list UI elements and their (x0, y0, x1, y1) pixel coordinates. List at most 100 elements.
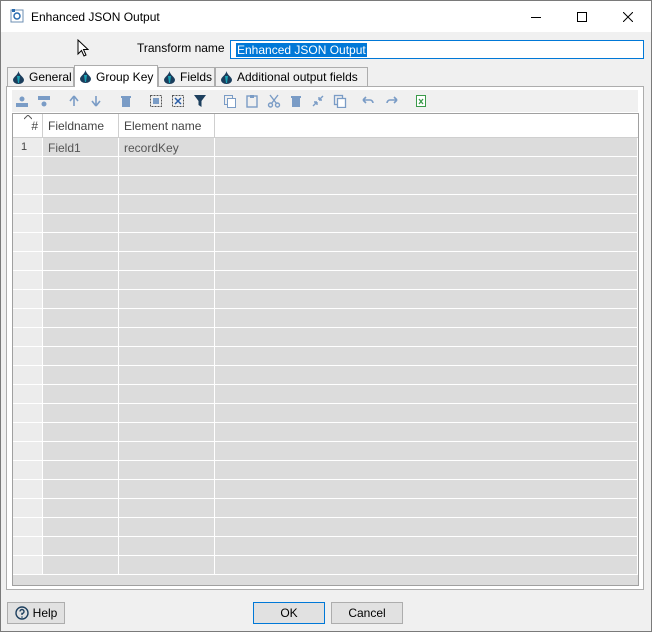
element-name-cell[interactable] (119, 442, 215, 461)
empty-table-row[interactable] (13, 195, 638, 214)
element-name-cell[interactable] (119, 461, 215, 480)
copy-icon[interactable] (223, 94, 237, 108)
move-up-icon[interactable] (67, 94, 81, 108)
fieldname-cell[interactable] (43, 537, 119, 556)
fieldname-cell[interactable] (43, 442, 119, 461)
column-header-number[interactable]: # (13, 114, 43, 138)
element-name-cell[interactable] (119, 404, 215, 423)
fieldname-cell[interactable] (43, 366, 119, 385)
paste-icon[interactable] (245, 94, 259, 108)
element-name-cell[interactable] (119, 290, 215, 309)
fieldname-cell[interactable] (43, 252, 119, 271)
fieldname-cell[interactable]: Field1 (43, 138, 119, 157)
element-name-cell[interactable] (119, 214, 215, 233)
fieldname-cell[interactable] (43, 328, 119, 347)
ok-button[interactable]: OK (253, 602, 325, 624)
empty-table-row[interactable] (13, 461, 638, 480)
empty-table-row[interactable] (13, 518, 638, 537)
empty-table-row[interactable] (13, 252, 638, 271)
element-name-cell[interactable] (119, 347, 215, 366)
empty-table-row[interactable] (13, 499, 638, 518)
element-name-cell[interactable] (119, 271, 215, 290)
empty-table-row[interactable] (13, 404, 638, 423)
empty-table-row[interactable] (13, 537, 638, 556)
title-bar[interactable]: Enhanced JSON Output (1, 1, 651, 32)
empty-table-row[interactable] (13, 271, 638, 290)
fieldname-cell[interactable] (43, 347, 119, 366)
element-name-cell[interactable] (119, 176, 215, 195)
transform-name-input[interactable]: Enhanced JSON Output (230, 40, 644, 59)
fieldname-cell[interactable] (43, 499, 119, 518)
fieldname-cell[interactable] (43, 176, 119, 195)
clear-selection-icon[interactable] (171, 94, 185, 108)
tab-general[interactable]: General (7, 67, 74, 86)
element-name-cell[interactable] (119, 385, 215, 404)
fieldname-cell[interactable] (43, 556, 119, 575)
column-header-fieldname[interactable]: Fieldname (43, 114, 119, 138)
element-name-cell[interactable] (119, 309, 215, 328)
delete-icon[interactable] (119, 94, 133, 108)
tab-group-key[interactable]: Group Key (74, 65, 158, 87)
filter-icon[interactable] (193, 94, 207, 108)
empty-table-row[interactable] (13, 309, 638, 328)
element-name-cell[interactable] (119, 252, 215, 271)
empty-table-row[interactable] (13, 480, 638, 499)
element-name-cell[interactable] (119, 537, 215, 556)
element-name-cell[interactable] (119, 518, 215, 537)
element-name-cell[interactable] (119, 556, 215, 575)
empty-table-row[interactable] (13, 347, 638, 366)
shrink-icon[interactable] (311, 94, 325, 108)
close-button[interactable] (605, 1, 651, 32)
element-name-cell[interactable] (119, 233, 215, 252)
element-name-cell[interactable] (119, 480, 215, 499)
fieldname-cell[interactable] (43, 195, 119, 214)
empty-table-row[interactable] (13, 423, 638, 442)
element-name-cell[interactable] (119, 423, 215, 442)
fieldname-cell[interactable] (43, 309, 119, 328)
fieldname-cell[interactable] (43, 404, 119, 423)
fieldname-cell[interactable] (43, 290, 119, 309)
empty-table-row[interactable] (13, 328, 638, 347)
redo-icon[interactable] (385, 94, 399, 108)
fieldname-cell[interactable] (43, 423, 119, 442)
element-name-cell[interactable] (119, 157, 215, 176)
empty-table-row[interactable] (13, 233, 638, 252)
help-button[interactable]: Help (7, 602, 65, 624)
maximize-button[interactable] (559, 1, 605, 32)
fieldname-cell[interactable] (43, 233, 119, 252)
element-name-cell[interactable] (119, 195, 215, 214)
delete-row-icon[interactable] (37, 94, 51, 108)
select-all-icon[interactable] (149, 94, 163, 108)
empty-table-row[interactable] (13, 366, 638, 385)
undo-icon[interactable] (361, 94, 375, 108)
element-name-cell[interactable] (119, 499, 215, 518)
empty-table-row[interactable] (13, 385, 638, 404)
fieldname-cell[interactable] (43, 157, 119, 176)
empty-table-row[interactable] (13, 157, 638, 176)
cancel-button[interactable]: Cancel (331, 602, 403, 624)
empty-table-row[interactable] (13, 556, 638, 575)
element-name-cell[interactable] (119, 366, 215, 385)
insert-row-icon[interactable] (15, 94, 29, 108)
copy-rows-icon[interactable] (333, 94, 347, 108)
export-icon[interactable] (414, 94, 428, 108)
empty-table-row[interactable] (13, 290, 638, 309)
minimize-button[interactable] (513, 1, 559, 32)
element-name-cell[interactable] (119, 328, 215, 347)
fieldname-cell[interactable] (43, 461, 119, 480)
delete-selected-icon[interactable] (289, 94, 303, 108)
empty-table-row[interactable] (13, 442, 638, 461)
fieldname-cell[interactable] (43, 480, 119, 499)
empty-table-row[interactable] (13, 176, 638, 195)
column-header-element-name[interactable]: Element name (119, 114, 215, 138)
fieldname-cell[interactable] (43, 214, 119, 233)
fieldname-cell[interactable] (43, 518, 119, 537)
tab-fields[interactable]: Fields (158, 67, 215, 86)
fieldname-cell[interactable] (43, 385, 119, 404)
empty-table-row[interactable] (13, 214, 638, 233)
table-row[interactable]: 1 Field1 recordKey (13, 138, 638, 157)
fieldname-cell[interactable] (43, 271, 119, 290)
element-name-cell[interactable]: recordKey (119, 138, 215, 157)
tab-additional-output-fields[interactable]: Additional output fields (215, 67, 368, 86)
cut-icon[interactable] (267, 94, 281, 108)
